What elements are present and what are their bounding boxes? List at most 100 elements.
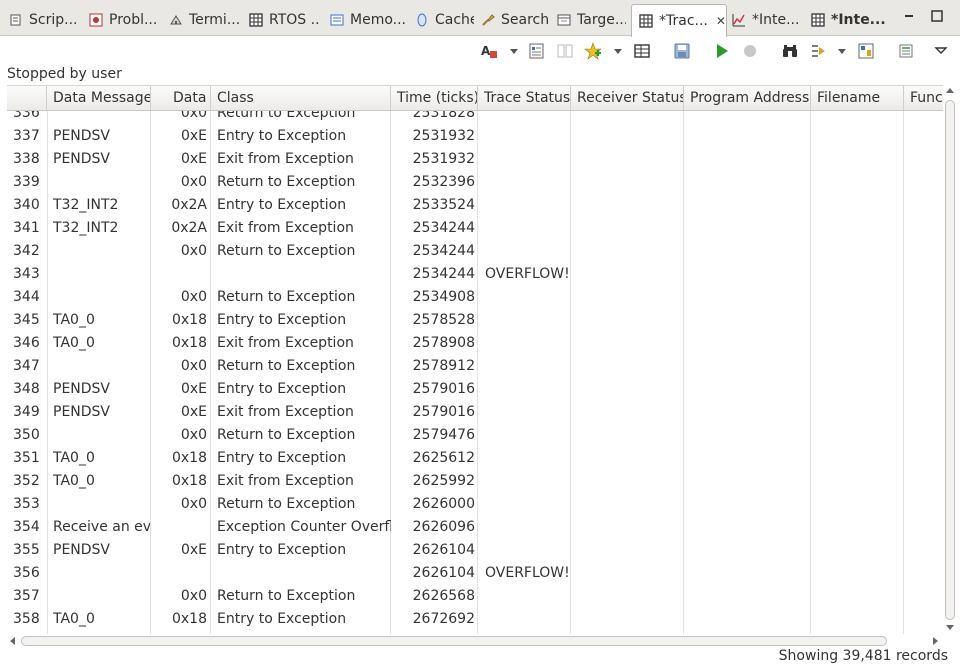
add-filter-icon[interactable] bbox=[583, 41, 603, 61]
binoculars-icon[interactable] bbox=[780, 41, 800, 61]
table-row[interactable]: 346 TA0_0 0x18 Exit from Exception 2578908 bbox=[7, 332, 943, 355]
table-row[interactable]: 338 PENDSV 0xE Exit from Exception 2531932 bbox=[7, 148, 943, 171]
stop-icon[interactable] bbox=[740, 41, 760, 61]
column-header-filename[interactable]: Filename bbox=[811, 86, 904, 110]
tab-2[interactable]: Termi... bbox=[168, 6, 240, 34]
view-menu-icon[interactable] bbox=[931, 41, 951, 61]
step-icon[interactable] bbox=[808, 41, 828, 61]
data-cell: 0xE bbox=[180, 542, 207, 558]
chevron-down-icon[interactable] bbox=[614, 49, 622, 54]
record-count: Showing 39,481 records bbox=[778, 648, 948, 664]
column-header-index[interactable] bbox=[7, 86, 47, 110]
chevron-down-icon[interactable] bbox=[510, 49, 518, 54]
table-row[interactable]: 353 0x0 Return to Exception 2626000 bbox=[7, 493, 943, 516]
column-header-receiver-status[interactable]: Receiver Status bbox=[571, 86, 684, 110]
close-icon[interactable]: ✕ bbox=[716, 14, 726, 28]
data-cell: 0x0 bbox=[180, 588, 207, 604]
tab-6[interactable]: Search bbox=[480, 6, 550, 34]
layout-icon[interactable] bbox=[856, 41, 876, 61]
scroll-right-icon[interactable] bbox=[933, 637, 938, 645]
column-header-data-message[interactable]: Data Message bbox=[47, 86, 151, 110]
data-message-cell bbox=[53, 263, 150, 286]
table-row[interactable]: 339 0x0 Return to Exception 2532396 bbox=[7, 171, 943, 194]
table-row[interactable]: 350 0x0 Return to Exception 2579476 bbox=[7, 424, 943, 447]
table-row[interactable]: 344 0x0 Return to Exception 2534908 bbox=[7, 286, 943, 309]
time-cell: 2626568 bbox=[412, 588, 475, 604]
table-row[interactable]: 345 TA0_0 0x18 Entry to Exception 2578528 bbox=[7, 309, 943, 332]
data-cell: 0x0 bbox=[180, 358, 207, 374]
scroll-up-icon[interactable] bbox=[946, 88, 954, 93]
trace-status-cell bbox=[485, 378, 571, 401]
column-header-function[interactable]: Funct bbox=[904, 86, 943, 110]
data-cell: 0x2A bbox=[171, 197, 207, 213]
row-index: 341 bbox=[13, 220, 40, 236]
trace-status-cell bbox=[485, 286, 571, 309]
table-row[interactable]: 356 2626104 OVERFLOW! bbox=[7, 562, 943, 585]
tab-9[interactable]: *Inte... bbox=[731, 6, 803, 34]
column-header-class[interactable]: Class bbox=[211, 86, 391, 110]
horizontal-scroll-thumb[interactable] bbox=[21, 636, 887, 646]
vertical-scroll-thumb[interactable] bbox=[945, 100, 955, 620]
horizontal-scrollbar[interactable] bbox=[7, 634, 943, 648]
tab-10[interactable]: *Inte... bbox=[810, 6, 890, 34]
grid-view-icon[interactable] bbox=[632, 41, 652, 61]
trace-status-cell bbox=[485, 240, 571, 263]
table-row[interactable]: 340 T32_INT2 0x2A Entry to Exception 2533524 bbox=[7, 194, 943, 217]
trace-status-cell bbox=[485, 125, 571, 148]
table-row[interactable]: 352 TA0_0 0x18 Exit from Exception 2625992 bbox=[7, 470, 943, 493]
table-row[interactable]: 348 PENDSV 0xE Entry to Exception 2579016 bbox=[7, 378, 943, 401]
row-index: 346 bbox=[13, 335, 40, 351]
tab-8[interactable]: *Trac... ✕ bbox=[631, 4, 727, 37]
tab-0[interactable]: Scrip... bbox=[8, 6, 80, 34]
time-cell: 2625612 bbox=[412, 450, 475, 466]
data-cell: 0xE bbox=[180, 381, 207, 397]
table-row[interactable]: 357 0x0 Return to Exception 2626568 bbox=[7, 585, 943, 608]
tab-label: *Inte... bbox=[831, 12, 886, 28]
row-index: 342 bbox=[13, 243, 40, 259]
table-row[interactable]: 347 0x0 Return to Exception 2578912 bbox=[7, 355, 943, 378]
class-cell: Entry to Exception bbox=[217, 611, 347, 627]
scroll-left-icon[interactable] bbox=[10, 637, 15, 645]
table-row[interactable]: 349 PENDSV 0xE Exit from Exception 2579016 bbox=[7, 401, 943, 424]
minimize-icon[interactable] bbox=[902, 9, 916, 23]
column-header-program-address[interactable]: Program Address bbox=[684, 86, 811, 110]
list-settings-icon[interactable] bbox=[896, 41, 916, 61]
tab-1[interactable]: Probl... bbox=[88, 6, 160, 34]
save-icon[interactable] bbox=[672, 41, 692, 61]
table-row[interactable]: 343 2534244 OVERFLOW! bbox=[7, 263, 943, 286]
table-row[interactable]: 351 TA0_0 0x18 Entry to Exception 2625612 bbox=[7, 447, 943, 470]
view-tab-bar: Scrip... Probl... Termi... RTOS ... Memo... C… bbox=[0, 0, 960, 37]
column-header-data[interactable]: Data bbox=[151, 86, 211, 110]
column-header-trace-status[interactable]: Trace Status bbox=[478, 86, 571, 110]
tab-3[interactable]: RTOS ... bbox=[248, 6, 320, 34]
table-row[interactable]: 354 Receive an eve Exception Counter Overf… bbox=[7, 516, 943, 539]
vertical-scrollbar[interactable] bbox=[943, 85, 957, 634]
row-index: 338 bbox=[13, 151, 40, 167]
row-index: 348 bbox=[13, 381, 40, 397]
class-cell: Return to Exception bbox=[217, 111, 356, 121]
trace-status-cell bbox=[485, 470, 571, 493]
table-row[interactable]: 355 PENDSV 0xE Entry to Exception 2626104 bbox=[7, 539, 943, 562]
tab-4[interactable]: Memo... bbox=[329, 6, 407, 34]
report-icon[interactable] bbox=[527, 41, 547, 61]
table-row[interactable]: 342 0x0 Return to Exception 2534244 bbox=[7, 240, 943, 263]
column-header-time[interactable]: Time (ticks) bbox=[391, 86, 478, 110]
data-message-cell bbox=[53, 111, 150, 125]
data-cell: 0x18 bbox=[171, 450, 207, 466]
data-cell: 0x0 bbox=[180, 174, 207, 190]
font-format-icon[interactable]: A bbox=[479, 41, 499, 61]
tab-5[interactable]: Cache bbox=[414, 6, 474, 34]
time-cell: 2579476 bbox=[412, 427, 475, 443]
scroll-down-icon[interactable] bbox=[946, 625, 954, 630]
time-cell: 2626104 bbox=[412, 565, 475, 581]
class-cell: Return to Exception bbox=[217, 174, 356, 190]
tab-7[interactable]: Targe... bbox=[556, 6, 626, 34]
table-row[interactable]: 337 PENDSV 0xE Entry to Exception 2531932 bbox=[7, 125, 943, 148]
chevron-down-icon[interactable] bbox=[838, 49, 846, 54]
table-row[interactable]: 358 TA0_0 0x18 Entry to Exception 2672692 bbox=[7, 608, 943, 631]
maximize-icon[interactable] bbox=[930, 9, 944, 23]
data-message-cell bbox=[53, 585, 150, 608]
table-row[interactable]: 336 0x0 Return to Exception 2531828 bbox=[7, 111, 943, 125]
table-row[interactable]: 341 T32_INT2 0x2A Exit from Exception 253424… bbox=[7, 217, 943, 240]
play-icon[interactable] bbox=[712, 41, 732, 61]
